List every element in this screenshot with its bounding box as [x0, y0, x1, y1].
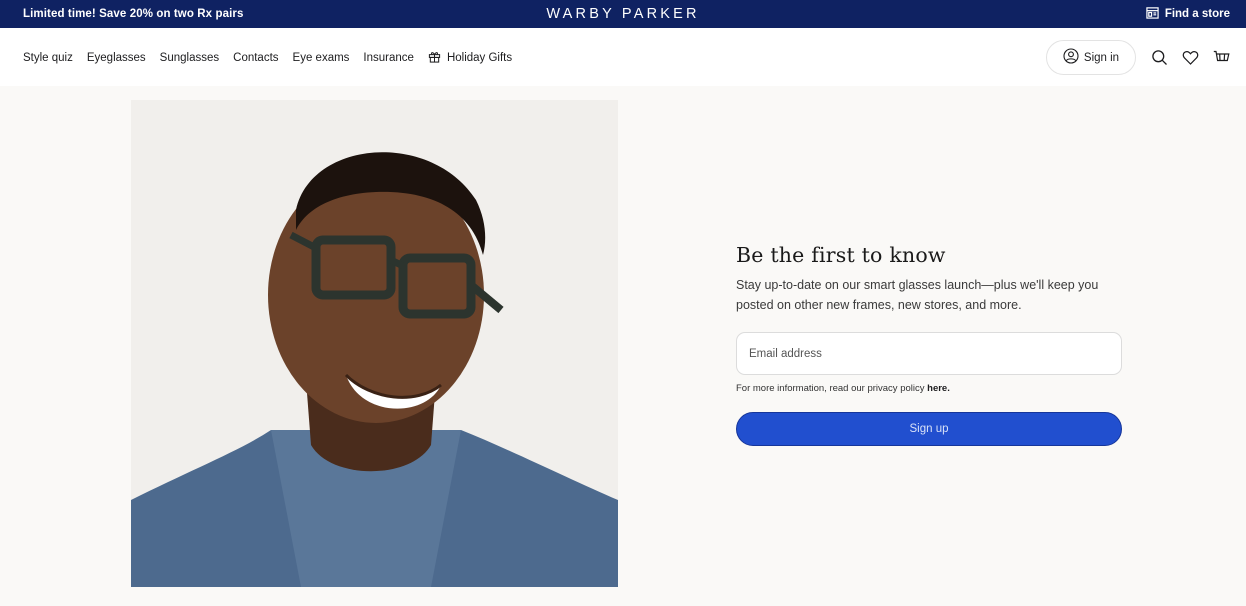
hero-model-photo	[131, 100, 618, 587]
search-icon[interactable]	[1151, 49, 1168, 66]
sign-in-button[interactable]: Sign in	[1046, 40, 1136, 75]
signup-title: Be the first to know	[736, 243, 946, 267]
nav-insurance[interactable]: Insurance	[363, 52, 414, 64]
nav-style-quiz[interactable]: Style quiz	[23, 52, 73, 64]
privacy-link[interactable]: here.	[927, 383, 950, 394]
sign-in-label: Sign in	[1083, 51, 1120, 64]
brand-logo[interactable]: WARBY PARKER	[0, 6, 1246, 22]
find-store-link[interactable]: Find a store	[1146, 6, 1230, 22]
store-icon	[1146, 6, 1159, 22]
nav-eyeglasses[interactable]: Eyeglasses	[87, 52, 146, 64]
nav-holiday-gifts[interactable]: Holiday Gifts	[428, 50, 512, 66]
cart-icon[interactable]	[1213, 49, 1230, 66]
nav-contacts[interactable]: Contacts	[233, 52, 278, 64]
nav-eye-exams[interactable]: Eye exams	[293, 52, 350, 64]
heart-icon[interactable]	[1182, 49, 1199, 66]
email-field[interactable]	[736, 332, 1122, 375]
nav-sunglasses[interactable]: Sunglasses	[160, 52, 219, 64]
holiday-gifts-label: Holiday Gifts	[446, 52, 513, 64]
nav-links: Style quiz Eyeglasses Sunglasses Contact…	[23, 50, 512, 66]
find-store-label: Find a store	[1164, 8, 1230, 20]
user-icon	[1063, 48, 1079, 67]
promo-bar: Limited time! Save 20% on two Rx pairs W…	[0, 0, 1246, 28]
main-nav: Style quiz Eyeglasses Sunglasses Contact…	[0, 28, 1246, 86]
gift-icon	[428, 50, 441, 66]
newsletter-signup: Be the first to know Stay up-to-date on …	[736, 243, 1122, 446]
privacy-text: For more information, read our privacy p…	[736, 383, 928, 394]
sign-up-button[interactable]: Sign up	[736, 412, 1122, 446]
signup-description: Stay up-to-date on our smart glasses lau…	[736, 278, 1099, 312]
privacy-note: For more information, read our privacy p…	[736, 383, 1122, 394]
